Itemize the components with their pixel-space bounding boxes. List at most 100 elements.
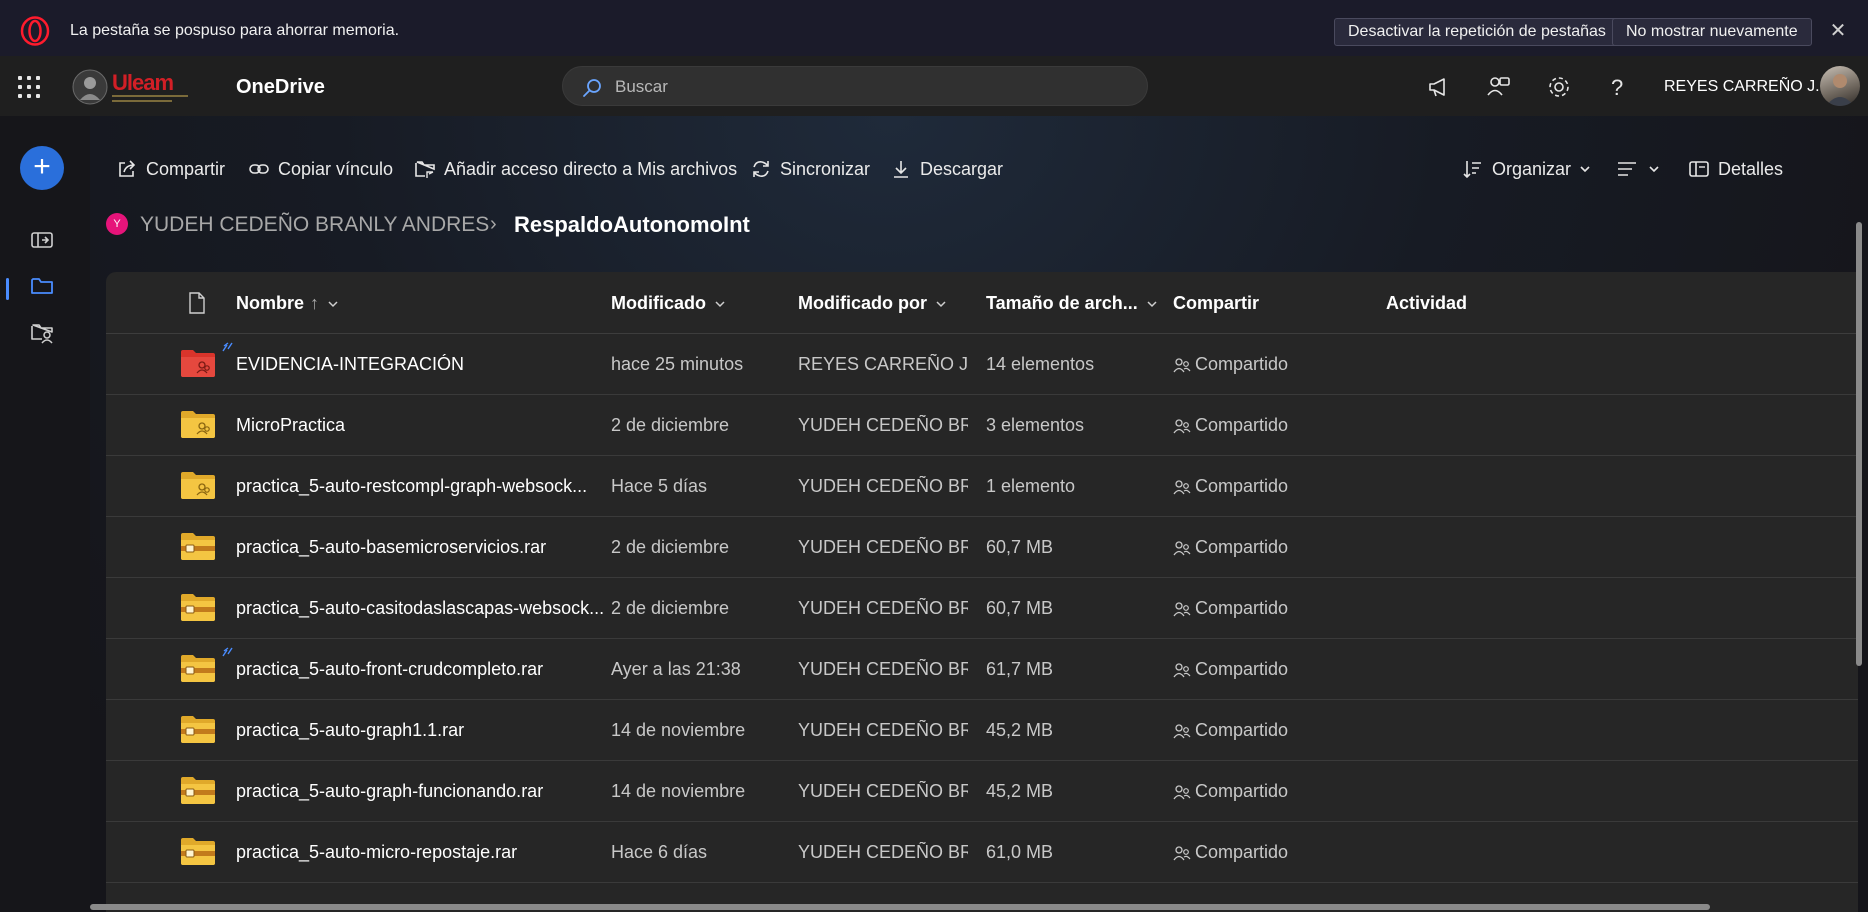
sharing-status[interactable]: Compartido: [1173, 598, 1288, 619]
sharing-label: Compartido: [1195, 537, 1289, 557]
file-size: 3 elementos: [986, 415, 1085, 435]
file-modified: hace 25 minutos: [611, 354, 744, 374]
user-name[interactable]: REYES CARREÑO J...: [1664, 78, 1828, 96]
sharing-status[interactable]: Compartido: [1173, 415, 1288, 436]
sync-icon: [753, 161, 769, 177]
share-button[interactable]: Compartir: [116, 152, 225, 186]
column-name-label: Nombre: [236, 293, 305, 313]
shared-folder-icon[interactable]: [30, 320, 54, 344]
chevron-down-icon: [715, 300, 725, 307]
tab-snoozed-notification-bar: La pestaña se pospuso para ahorrar memor…: [0, 0, 1868, 56]
file-size: 60,7 MB: [986, 537, 1054, 557]
column-activity-label: Actividad: [1386, 293, 1468, 313]
add-shortcut-button[interactable]: Añadir acceso directo a Mis archivos: [414, 152, 737, 186]
zip-archive-icon: [181, 716, 215, 743]
breadcrumb-parent[interactable]: YUDEH CEDEÑO BRANLY ANDRES: [140, 213, 489, 237]
sharing-status[interactable]: Compartido: [1173, 476, 1288, 497]
details-label: Detalles: [1718, 158, 1784, 179]
search-box[interactable]: [562, 66, 1148, 106]
disable-tab-snooze-button[interactable]: Desactivar la repetición de pestañas: [1334, 18, 1620, 46]
sharing-status[interactable]: Compartido: [1173, 842, 1288, 863]
file-row[interactable]: practica_5-auto-graph-funcionando.rar 14 …: [106, 761, 1858, 822]
svg-text:?: ?: [1611, 75, 1623, 100]
column-header-size[interactable]: Tamaño de arch...: [986, 293, 1158, 314]
file-row[interactable]: MicroPractica 2 de diciembre YUDEH CEDEÑO …: [106, 395, 1858, 456]
file-name[interactable]: practica_5-auto-micro-repostaje.rar: [236, 842, 517, 863]
sharing-status[interactable]: Compartido: [1173, 781, 1288, 802]
file-row[interactable]: practica_5-auto-micro-repostaje.rar Hace …: [106, 822, 1858, 883]
file-size: 60,7 MB: [986, 598, 1054, 618]
zip-archive-icon: [181, 838, 215, 865]
file-name[interactable]: practica_5-auto-restcompl-graph-websock.…: [236, 476, 587, 497]
gear-icon[interactable]: [1546, 74, 1572, 100]
file-row[interactable]: practica_5-auto-casitodaslascapas-websoc…: [106, 578, 1858, 639]
file-row[interactable]: practica_5-auto-restcompl-graph-websock.…: [106, 456, 1858, 517]
megaphone-icon[interactable]: [1426, 74, 1452, 100]
file-name[interactable]: practica_5-auto-graph-funcionando.rar: [236, 781, 543, 802]
sync-label: Sincronizar: [780, 158, 871, 179]
file-size: 61,7 MB: [986, 659, 1054, 679]
close-icon[interactable]: ✕: [1827, 20, 1849, 42]
file-modified-by: YUDEH CEDEÑO BRAN: [798, 537, 968, 557]
file-name[interactable]: practica_5-auto-casitodaslascapas-websoc…: [236, 598, 604, 619]
uleam-logo[interactable]: Uleam: [72, 66, 194, 108]
dont-show-again-button[interactable]: No mostrar nuevamente: [1612, 18, 1812, 46]
avatar[interactable]: [1820, 66, 1860, 106]
file-type-icon[interactable]: [188, 292, 206, 314]
help-icon[interactable]: ?: [1604, 74, 1630, 100]
sync-button[interactable]: Sincronizar: [750, 152, 870, 186]
people-settings-icon[interactable]: [1486, 74, 1512, 100]
chevron-down-icon: [1147, 300, 1157, 307]
sort-ascending-icon: ↑: [310, 293, 320, 313]
sharing-status[interactable]: Compartido: [1173, 720, 1288, 741]
file-row[interactable]: practica_5-auto-front-crudcompleto.rar Ay…: [106, 639, 1858, 700]
file-modified-by: YUDEH CEDEÑO BRAN: [798, 476, 968, 496]
horizontal-scrollbar[interactable]: [90, 904, 1710, 910]
file-name[interactable]: practica_5-auto-graph1.1.rar: [236, 720, 464, 741]
file-row[interactable]: practica_5-auto-basemicroservicios.rar 2 …: [106, 517, 1858, 578]
sharing-label: Compartido: [1195, 659, 1289, 679]
chevron-down-icon: [328, 300, 338, 307]
sharing-status[interactable]: Compartido: [1173, 354, 1288, 375]
column-header-name[interactable]: Nombre ↑: [236, 293, 339, 314]
vertical-scrollbar[interactable]: [1856, 222, 1862, 666]
file-size: 14 elementos: [986, 354, 1095, 374]
file-name[interactable]: practica_5-auto-basemicroservicios.rar: [236, 537, 546, 558]
new-item-sparkle-icon: [222, 342, 233, 352]
file-name[interactable]: practica_5-auto-front-crudcompleto.rar: [236, 659, 543, 680]
sharing-status[interactable]: Compartido: [1173, 659, 1288, 680]
file-modified-by: YUDEH CEDEÑO BRAN: [798, 720, 968, 740]
search-input[interactable]: [615, 75, 1115, 99]
column-header-modified[interactable]: Modificado: [611, 293, 726, 314]
folder-icon[interactable]: [30, 274, 54, 298]
file-modified-by: YUDEH CEDEÑO BRAN: [798, 659, 968, 679]
home-icon[interactable]: [30, 228, 54, 252]
column-header-modified-by[interactable]: Modificado por: [798, 293, 947, 314]
file-name[interactable]: MicroPractica: [236, 415, 345, 436]
file-name[interactable]: EVIDENCIA-INTEGRACIÓN: [236, 354, 464, 375]
file-row[interactable]: EVIDENCIA-INTEGRACIÓN hace 25 minutos REYE…: [106, 334, 1858, 395]
column-header-sharing[interactable]: Compartir: [1173, 293, 1259, 314]
file-row[interactable]: practica_5-auto-graph1.1.rar 14 de noviem…: [106, 700, 1858, 761]
view-options-button[interactable]: [1616, 152, 1668, 186]
file-modified: Ayer a las 21:38: [611, 659, 741, 679]
page-title[interactable]: RespaldoAutonomoInt: [514, 212, 750, 238]
new-item-sparkle-icon: [222, 647, 233, 657]
search-icon: [583, 79, 601, 97]
file-size: 1 elemento: [986, 476, 1076, 496]
zip-archive-icon: [181, 777, 215, 804]
details-button[interactable]: Detalles: [1688, 152, 1783, 186]
copy-link-button[interactable]: Copiar vínculo: [248, 152, 393, 186]
sharing-label: Compartido: [1195, 354, 1289, 374]
details-pane-icon: [1689, 161, 1709, 177]
file-modified-by: YUDEH CEDEÑO BRAN: [798, 842, 968, 862]
left-navigation-rail: +: [0, 116, 90, 912]
column-header-activity[interactable]: Actividad: [1386, 293, 1467, 314]
create-new-button[interactable]: +: [20, 146, 64, 190]
sharing-status[interactable]: Compartido: [1173, 537, 1288, 558]
app-title[interactable]: OneDrive: [236, 76, 325, 99]
download-button[interactable]: Descargar: [890, 152, 1003, 186]
organize-button[interactable]: Organizar: [1462, 152, 1599, 186]
file-list-header: Nombre ↑ Modificado Modificado por Tamañ…: [106, 272, 1858, 334]
app-launcher-icon[interactable]: [16, 74, 42, 100]
